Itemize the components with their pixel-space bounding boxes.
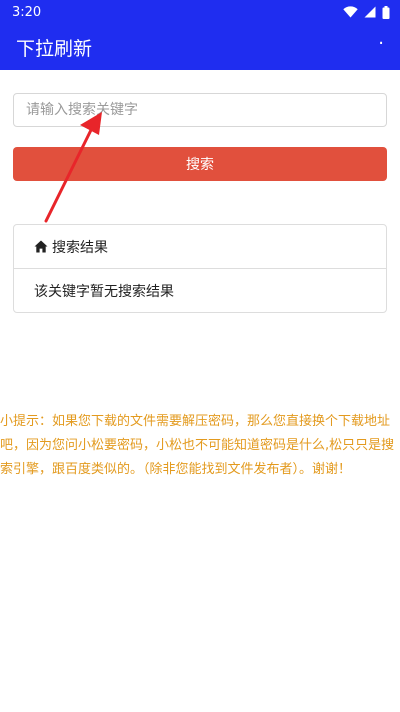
results-header-label: 搜索结果 [52, 239, 108, 256]
signal-icon [364, 6, 376, 18]
status-bar: 3:20 [0, 0, 400, 24]
tip-text: 小提示：如果您下载的文件需要解压密码，那么您直接换个下载地址吧，因为您问小松要密… [0, 414, 395, 477]
status-time: 3:20 [12, 4, 42, 20]
results-header: 搜索结果 [14, 225, 386, 269]
battery-icon [382, 5, 390, 19]
overflow-menu-button[interactable]: · [378, 35, 384, 55]
app-bar: 下拉刷新 · [0, 24, 400, 70]
results-empty-message: 该关键字暂无搜索结果 [34, 283, 174, 300]
home-icon [34, 240, 48, 253]
search-results-panel: 搜索结果 该关键字暂无搜索结果 [13, 224, 387, 313]
search-input[interactable] [13, 93, 387, 127]
search-button[interactable]: 搜索 [13, 147, 387, 181]
page-title: 下拉刷新 [16, 37, 93, 60]
status-icons [343, 5, 390, 19]
wifi-icon [343, 6, 358, 18]
